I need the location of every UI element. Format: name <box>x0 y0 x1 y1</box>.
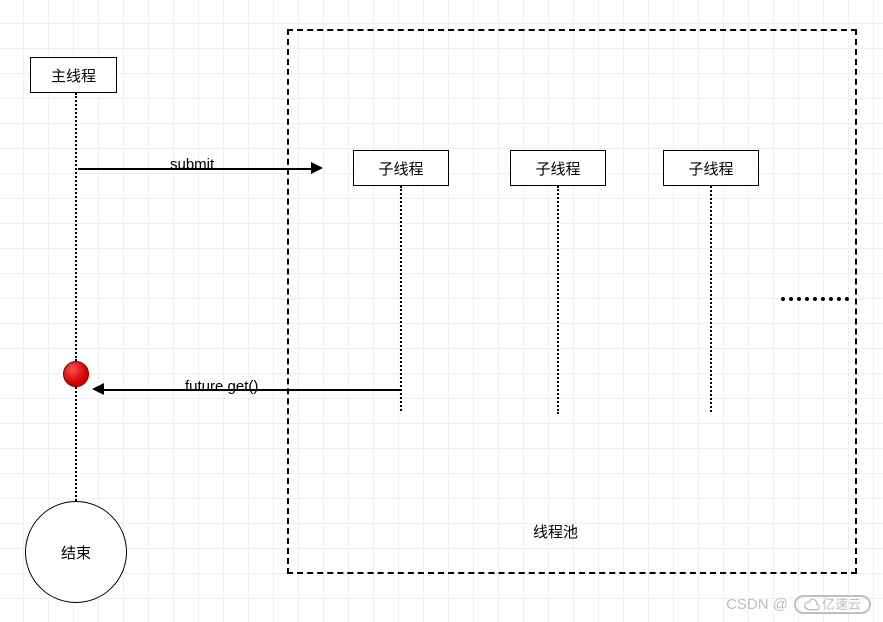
child-thread-3-lifeline <box>710 186 712 412</box>
submit-label: submit <box>170 156 214 173</box>
main-thread-lifeline-top <box>75 93 77 361</box>
future-get-label: future.get() <box>185 378 258 395</box>
cloud-icon <box>804 599 820 611</box>
child-thread-3-box: 子线程 <box>663 150 759 186</box>
child-thread-2-lifeline <box>557 186 559 414</box>
thread-pool-container <box>287 29 857 574</box>
watermark-brand-badge: 亿速云 <box>794 595 871 614</box>
child-thread-1-lifeline <box>400 186 402 411</box>
watermark-brand: 亿速云 <box>822 598 861 611</box>
child-thread-1-box: 子线程 <box>353 150 449 186</box>
main-thread-box: 主线程 <box>30 57 117 93</box>
child-thread-2-box: 子线程 <box>510 150 606 186</box>
continuation-dots <box>781 297 849 301</box>
main-thread-lifeline-bottom <box>75 387 77 501</box>
main-thread-label: 主线程 <box>51 65 96 86</box>
thread-pool-label: 线程池 <box>533 521 578 542</box>
child-thread-1-label: 子线程 <box>378 158 423 179</box>
end-label: 结束 <box>61 542 91 563</box>
end-circle: 结束 <box>25 501 127 603</box>
blocking-wait-dot <box>63 361 89 387</box>
watermark: CSDN @ 亿速云 <box>726 595 871 614</box>
child-thread-3-label: 子线程 <box>688 158 733 179</box>
future-get-arrow-head <box>92 383 104 395</box>
child-thread-2-label: 子线程 <box>535 158 580 179</box>
watermark-csdn: CSDN @ <box>726 596 788 613</box>
